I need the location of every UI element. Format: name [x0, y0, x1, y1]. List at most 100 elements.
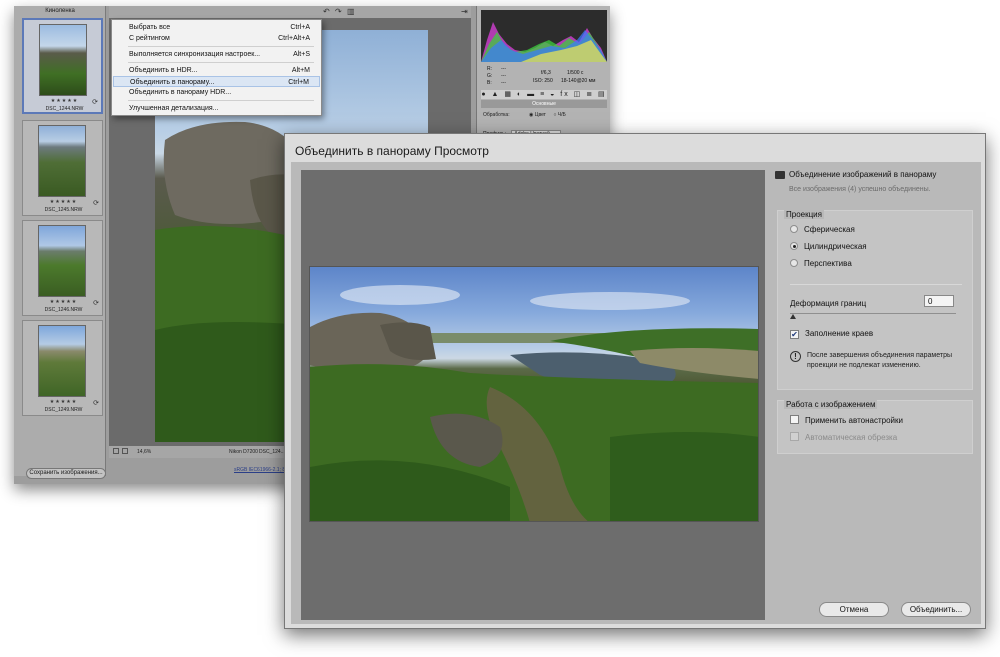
panorama-preview-image — [309, 266, 759, 522]
boundary-warp-slider[interactable] — [790, 313, 956, 314]
image-work-group: Работа с изображением Применить автонаст… — [777, 400, 973, 454]
dialog-body: Объединение изображений в панораму Все и… — [291, 162, 981, 624]
menu-item-label: Улучшенная детализация... — [129, 105, 219, 112]
sync-icon: ⟳ — [92, 99, 98, 106]
projection-option-label: Перспектива — [804, 259, 852, 268]
filmstrip-context-menu: Выбрать все Ctrl+A С рейтингом Ctrl+Alt+… — [111, 19, 322, 116]
thumbnail-filename: DSC_1245.NRW — [44, 207, 83, 213]
checkbox[interactable] — [790, 415, 799, 424]
panel-tab-icons[interactable]: ● ▲ ▦ ◐ ▬ ≡ ◒ fx ◫ ≣ ▤ — [481, 90, 607, 99]
menu-item-merge-hdr-panorama[interactable]: Объединить в панораму HDR... — [113, 87, 320, 98]
file-name: DSC_124... — [259, 449, 285, 455]
merge-button[interactable]: Объединить... — [901, 602, 971, 617]
thumbnail-image — [38, 225, 86, 297]
rating-stars[interactable]: ★★★★★ — [23, 399, 104, 405]
menu-item-label: Объединить в панораму HDR... — [129, 89, 232, 96]
histogram — [481, 10, 607, 62]
menu-item-merge-hdr[interactable]: Объединить в HDR... Alt+M — [113, 65, 320, 76]
sync-icon: ⟳ — [93, 400, 99, 407]
auto-settings-checkbox[interactable]: Применить автонастройки — [790, 415, 903, 425]
basic-section-title: Основные — [481, 100, 607, 108]
filmstrip-thumbnail[interactable]: ★★★★★ DSC_1245.NRW ⟳ — [22, 120, 103, 216]
auto-settings-label: Применить автонастройки — [805, 416, 903, 425]
rating-stars[interactable]: ★★★★★ — [23, 299, 104, 305]
filmstrip-thumbnail[interactable]: ★★★★★ DSC_1246.NRW ⟳ — [22, 220, 103, 316]
treatment-row: Обработка: ◉ Цвет ○ Ч/Б — [483, 112, 566, 118]
auto-crop-checkbox: Автоматическая обрезка — [790, 432, 897, 442]
menu-item-enhance-details[interactable]: Улучшенная детализация... — [113, 103, 320, 114]
panorama-preview-area — [301, 170, 765, 620]
menu-item-shortcut: Ctrl+Alt+A — [278, 35, 310, 42]
boundary-warp-input[interactable]: 0 — [924, 295, 954, 307]
workflow-options-link[interactable]: sRGB IEC61966-2.1; 8... — [234, 467, 289, 473]
merge-header-text: Объединение изображений в панораму — [789, 170, 937, 179]
panorama-merge-dialog: Объединить в панораму Просмотр Объединен… — [284, 133, 986, 629]
redo-icon[interactable]: ↷ — [335, 7, 342, 16]
menu-separator — [128, 46, 314, 47]
radio-button[interactable] — [790, 259, 798, 267]
treatment-bw-label: Ч/Б — [557, 112, 566, 118]
radio-button[interactable] — [790, 225, 798, 233]
treatment-color-label: Цвет — [534, 112, 546, 118]
filmstrip-thumbnail[interactable]: ★★★★★ DSC_1249.NRW ⟳ — [22, 320, 103, 416]
checkbox — [790, 432, 799, 441]
boundary-warp-label: Деформация границ — [790, 299, 867, 308]
projection-option-label: Цилиндрическая — [804, 242, 867, 251]
thumbnail-filename: DSC_1244.NRW — [45, 106, 84, 112]
thumbnail-image — [38, 325, 86, 397]
treatment-color-radio[interactable]: ◉ Цвет — [529, 112, 546, 118]
projection-perspective-radio[interactable]: Перспектива — [790, 259, 852, 268]
projection-option-label: Сферическая — [804, 225, 855, 234]
zoom-level[interactable]: 14,6% — [137, 449, 151, 455]
projection-spherical-radio[interactable]: Сферическая — [790, 225, 855, 234]
menu-item-label: С рейтингом — [129, 35, 170, 42]
fill-edges-checkbox[interactable]: ✔ Заполнение краев — [790, 329, 873, 339]
menu-item-shortcut: Alt+M — [291, 67, 310, 74]
menu-item-select-all[interactable]: Выбрать все Ctrl+A — [113, 22, 320, 33]
cancel-button[interactable]: Отмена — [819, 602, 889, 617]
iso-value: ISO: 250 — [533, 78, 553, 84]
menu-item-merge-panorama[interactable]: Объединить в панораму... Ctrl+M — [113, 76, 320, 87]
panorama-icon — [775, 170, 785, 179]
filmstrip-thumbnail[interactable]: ★★★★★ DSC_1244.NRW ⟳ — [22, 18, 103, 114]
panorama-options-panel: Объединение изображений в панораму Все и… — [775, 168, 975, 622]
shutter-value: 1/500 с — [567, 70, 584, 76]
rating-stars[interactable]: ★★★★★ — [23, 199, 104, 205]
slider-handle[interactable] — [790, 314, 796, 319]
undo-icon[interactable]: ↶ — [323, 7, 330, 16]
thumbnail-filename: DSC_1246.NRW — [44, 307, 83, 313]
treatment-bw-radio[interactable]: ○ Ч/Б — [553, 112, 565, 118]
thumbnail-image — [39, 24, 87, 96]
sync-icon: ⟳ — [93, 200, 99, 207]
radio-button[interactable] — [790, 242, 798, 250]
info-note-text: После завершения объединения параметры п… — [807, 352, 953, 369]
preview-toolbar: ↶ ↷ ▥ ⇥ — [109, 6, 471, 18]
save-images-button[interactable]: Сохранить изображения... — [26, 468, 106, 479]
aperture-value: f/6,3 — [541, 70, 551, 76]
fill-edges-label: Заполнение краев — [805, 329, 874, 338]
merge-status-text: Все изображения (4) успешно объединены. — [789, 186, 931, 193]
open-object-icon[interactable]: ⇥ — [461, 7, 468, 16]
zoom-in-icon[interactable] — [122, 448, 128, 454]
menu-item-label: Выполняется синхронизация настроек... — [129, 51, 261, 58]
trash-icon[interactable]: ▥ — [347, 7, 355, 16]
r-label: R: — [487, 66, 492, 72]
menu-item-sync-settings[interactable]: Выполняется синхронизация настроек... Al… — [113, 49, 320, 60]
filmstrip-panel: Киноленка ★★★★★ DSC_1244.NRW ⟳ ★★★★★ DSC… — [14, 6, 106, 476]
dialog-title: Объединить в панораму Просмотр — [295, 144, 489, 158]
r-value: --- — [501, 66, 506, 72]
menu-item-shortcut: Ctrl+A — [290, 24, 310, 31]
sync-icon: ⟳ — [93, 300, 99, 307]
menu-item-select-rated[interactable]: С рейтингом Ctrl+Alt+A — [113, 33, 320, 44]
menu-item-label: Выбрать все — [129, 24, 171, 31]
thumbnail-image — [38, 125, 86, 197]
menu-item-shortcut: Alt+S — [293, 51, 310, 58]
b-label: B: — [487, 80, 492, 86]
projection-cylindrical-radio[interactable]: Цилиндрическая — [790, 242, 867, 251]
checkmark-icon[interactable]: ✔ — [790, 330, 799, 339]
menu-separator — [128, 62, 314, 63]
divider — [790, 284, 962, 285]
zoom-out-icon[interactable] — [113, 448, 119, 454]
thumbnail-filename: DSC_1249.NRW — [44, 407, 83, 413]
menu-separator — [128, 100, 314, 101]
